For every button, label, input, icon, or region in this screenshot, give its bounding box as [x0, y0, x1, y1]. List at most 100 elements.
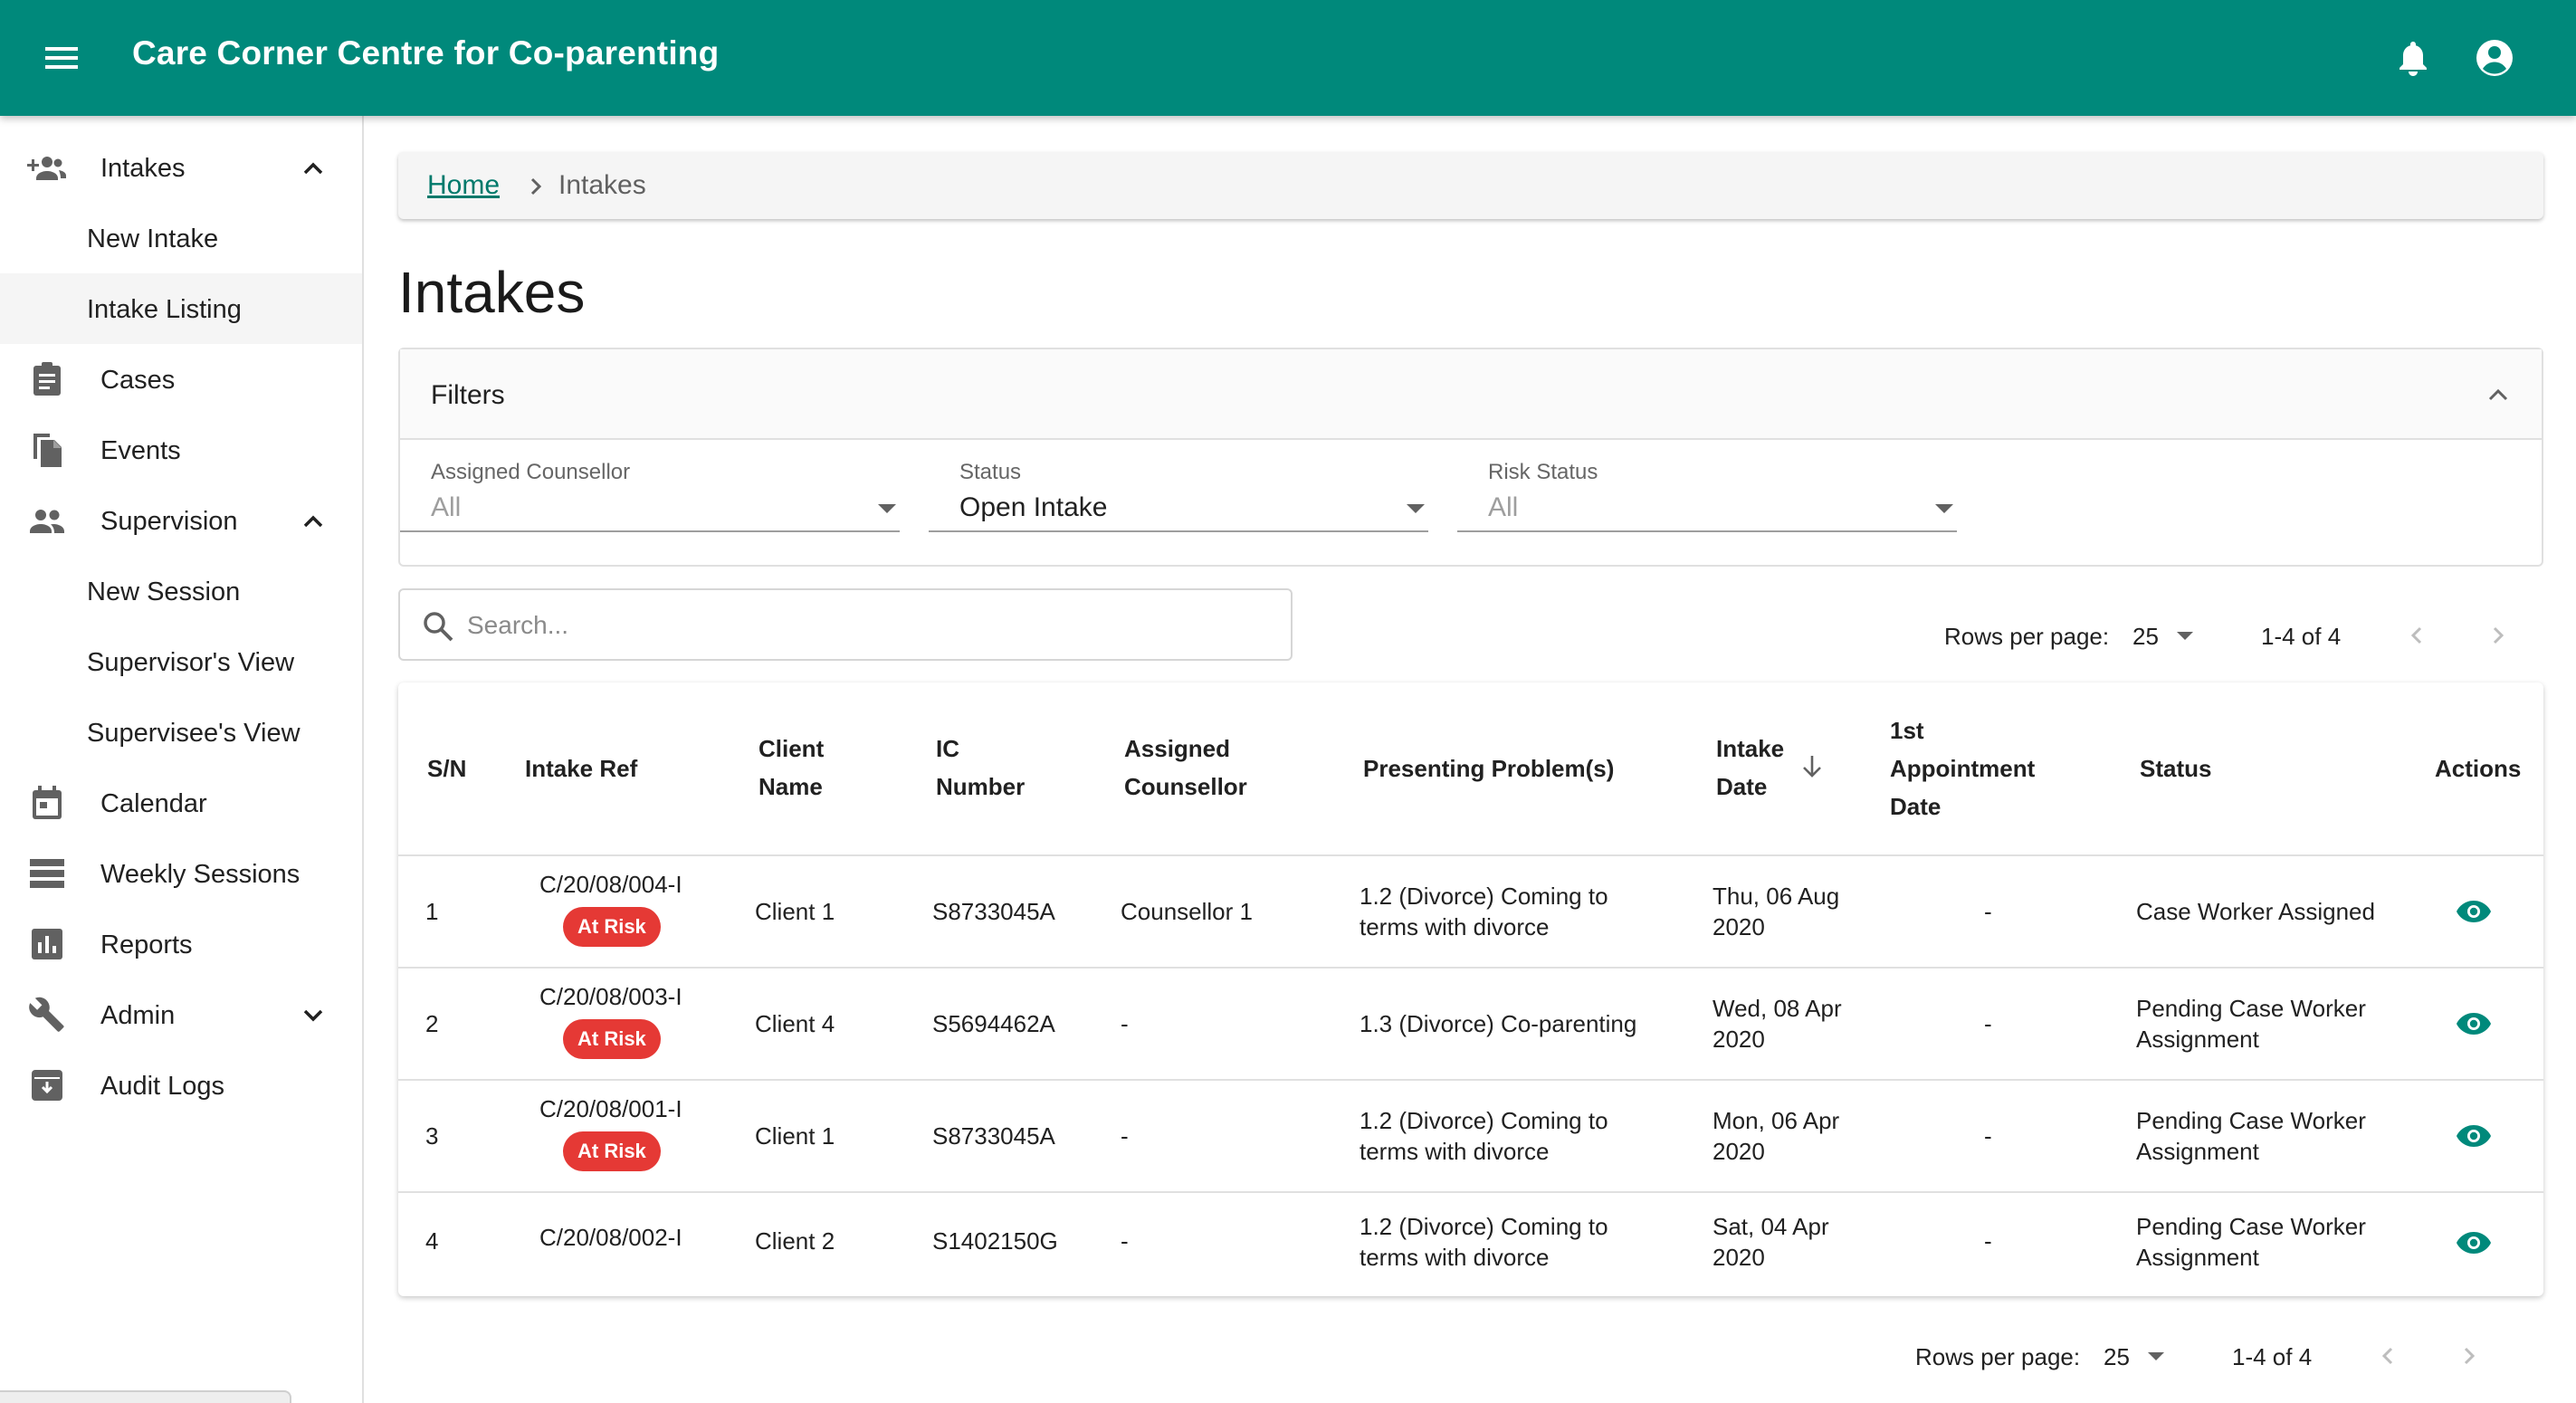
- account-circle-icon[interactable]: [2471, 34, 2518, 81]
- table-row: 4 C/20/08/002-I Client 2 S1402150G - 1.2…: [398, 1193, 2543, 1294]
- sidebar-item-new-intake[interactable]: New Intake: [0, 203, 362, 273]
- sidebar-item-label: Events: [100, 436, 181, 465]
- view-eye-icon[interactable]: [2453, 1003, 2495, 1045]
- cell-intake-ref: C/20/08/002-I: [539, 1224, 682, 1251]
- sidebar-item-label: Weekly Sessions: [100, 860, 301, 889]
- risk-status-label: Risk Status: [1488, 460, 1598, 484]
- sidebar-item-label: Supervisor's View: [87, 648, 295, 677]
- sidebar-item-label: New Intake: [87, 224, 219, 253]
- page-title: Intakes: [398, 260, 586, 325]
- breadcrumb-home-link[interactable]: Home: [427, 170, 500, 201]
- sidebar-item-label: Reports: [100, 931, 193, 959]
- sidebar-item-cases[interactable]: Cases: [0, 344, 362, 415]
- column-header-sn: S/N: [427, 755, 467, 782]
- menu-icon[interactable]: [40, 36, 83, 80]
- column-header-first-appointment-date: 1st Appointment Date: [1890, 717, 2036, 820]
- sidebar-item-label: Cases: [100, 366, 176, 395]
- filters-panel: Filters Assigned Counsellor All Status O…: [398, 348, 2543, 567]
- clipboard-icon: [27, 359, 67, 399]
- view-eye-icon[interactable]: [2453, 1222, 2495, 1264]
- pagination-top: Rows per page: 25 1-4 of 4: [1944, 608, 2524, 663]
- assigned-counsellor-value: All: [431, 492, 462, 522]
- rows-per-page-select[interactable]: 25: [2132, 617, 2205, 654]
- chevron-up-icon[interactable]: [295, 503, 331, 539]
- sidebar: Intakes New Intake Intake Listing Cases …: [0, 116, 364, 1403]
- sidebar-item-calendar[interactable]: Calendar: [0, 768, 362, 838]
- view-eye-icon[interactable]: [2453, 891, 2495, 932]
- at-risk-badge: At Risk: [563, 907, 661, 947]
- chevron-up-icon[interactable]: [295, 150, 331, 186]
- table-row: 1 C/20/08/004-I At Risk Client 1 S873304…: [398, 856, 2543, 969]
- cell-status: Pending Case Worker Assignment: [2136, 1107, 2366, 1165]
- table-row: 3 C/20/08/001-I At Risk Client 1 S873304…: [398, 1081, 2543, 1193]
- app-bar: Care Corner Centre for Co-parenting: [0, 0, 2576, 116]
- cell-intake-ref: C/20/08/004-I: [539, 871, 682, 898]
- sidebar-item-intakes[interactable]: Intakes: [0, 132, 362, 203]
- sidebar-item-label: Admin: [100, 1001, 176, 1030]
- caret-down-icon: [2172, 623, 2198, 648]
- search-icon: [418, 606, 458, 646]
- notifications-bell-icon[interactable]: [2391, 36, 2435, 80]
- cell-client-name: Client 1: [755, 898, 835, 925]
- sidebar-item-intake-listing[interactable]: Intake Listing: [0, 273, 362, 344]
- at-risk-badge: At Risk: [563, 1131, 661, 1171]
- people-icon: [27, 501, 67, 540]
- cell-assigned-counsellor: -: [1121, 1122, 1129, 1150]
- pagination-bottom: Rows per page: 25 1-4 of 4: [1915, 1329, 2495, 1383]
- cell-client-name: Client 4: [755, 1010, 835, 1037]
- risk-status-select[interactable]: Risk Status All: [1457, 460, 1957, 532]
- cell-intake-date: Wed, 08 Apr 2020: [1713, 995, 1842, 1053]
- cell-ic-number: S8733045A: [932, 898, 1055, 925]
- sidebar-item-supervision[interactable]: Supervision: [0, 485, 362, 556]
- filters-header[interactable]: Filters: [400, 349, 2542, 440]
- sort-arrow-down-icon[interactable]: [1798, 751, 1827, 782]
- cell-intake-date: Mon, 06 Apr 2020: [1713, 1107, 1840, 1165]
- status-select[interactable]: Status Open Intake: [929, 460, 1428, 532]
- cell-ic-number: S8733045A: [932, 1122, 1055, 1150]
- previous-page-icon[interactable]: [2368, 1336, 2408, 1376]
- view-eye-icon[interactable]: [2453, 1115, 2495, 1157]
- cell-first-appointment: -: [1984, 1227, 1992, 1255]
- previous-page-icon[interactable]: [2397, 616, 2437, 655]
- rows-per-page-select[interactable]: 25: [2104, 1338, 2176, 1374]
- sidebar-item-reports[interactable]: Reports: [0, 909, 362, 979]
- group-add-icon: [27, 148, 67, 187]
- chevron-up-icon[interactable]: [2478, 375, 2518, 415]
- next-page-icon[interactable]: [2478, 616, 2518, 655]
- cell-sn: 3: [425, 1122, 439, 1150]
- assigned-counsellor-label: Assigned Counsellor: [431, 460, 631, 484]
- sidebar-item-label: Calendar: [100, 789, 207, 818]
- sidebar-item-admin[interactable]: Admin: [0, 979, 362, 1050]
- chevron-right-icon: [518, 168, 554, 205]
- column-header-presenting-problems: Presenting Problem(s): [1363, 755, 1615, 782]
- cell-assigned-counsellor: -: [1121, 1227, 1129, 1255]
- search-input[interactable]: [467, 603, 1273, 648]
- column-header-client-name: Client Name: [758, 735, 825, 800]
- sidebar-item-audit-logs[interactable]: Audit Logs: [0, 1050, 362, 1121]
- chevron-down-icon[interactable]: [295, 997, 331, 1034]
- sidebar-item-weekly-sessions[interactable]: Weekly Sessions: [0, 838, 362, 909]
- caret-down-icon: [874, 496, 900, 521]
- cell-intake-date: Thu, 06 Aug 2020: [1713, 883, 1840, 940]
- app-title: Care Corner Centre for Co-parenting: [132, 34, 720, 72]
- cell-ic-number: S5694462A: [932, 1010, 1055, 1037]
- copy-icon: [27, 430, 67, 470]
- cell-sn: 1: [425, 898, 439, 925]
- calendar-icon: [27, 783, 67, 823]
- next-page-icon[interactable]: [2449, 1336, 2489, 1376]
- sidebar-item-supervisors-view[interactable]: Supervisor's View: [0, 626, 362, 697]
- sidebar-item-events[interactable]: Events: [0, 415, 362, 485]
- sidebar-item-new-session[interactable]: New Session: [0, 556, 362, 626]
- column-header-intake-date[interactable]: Intake Date: [1716, 730, 1784, 806]
- sidebar-item-supervisees-view[interactable]: Supervisee's View: [0, 697, 362, 768]
- risk-status-value: All: [1488, 492, 1519, 522]
- intakes-table: S/N Intake Ref Client Name IC Number Assig…: [398, 682, 2543, 1296]
- assigned-counsellor-select[interactable]: Assigned Counsellor All: [400, 460, 900, 532]
- cell-intake-date: Sat, 04 Apr 2020: [1713, 1213, 1829, 1271]
- wrench-icon: [27, 995, 67, 1035]
- cell-assigned-counsellor: -: [1121, 1010, 1129, 1037]
- rows-per-page-label: Rows per page:: [1944, 623, 2110, 650]
- rows-per-page-value: 25: [2104, 1343, 2130, 1370]
- sidebar-item-label: Intake Listing: [87, 295, 242, 324]
- rows-per-page-label: Rows per page:: [1915, 1343, 2081, 1370]
